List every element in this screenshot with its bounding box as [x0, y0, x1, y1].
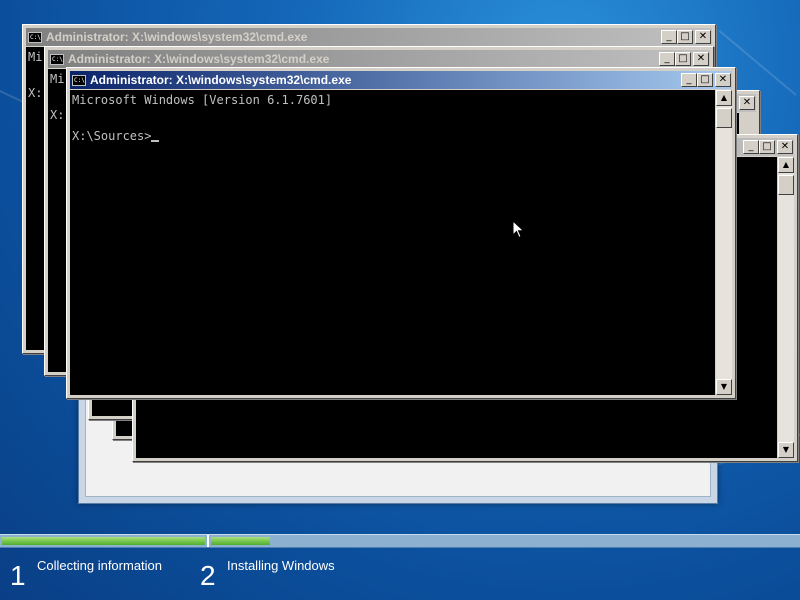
cmd-window-front[interactable]: C:\ Administrator: X:\windows\system32\c… — [66, 67, 736, 399]
cmd-app-icon[interactable]: C:\ — [28, 31, 42, 43]
window-title: Administrator: X:\windows\system32\cmd.e… — [68, 52, 330, 66]
minimize-icon[interactable]: _ — [743, 140, 759, 154]
scroll-up-icon[interactable]: ▲ — [778, 157, 794, 173]
maximize-icon[interactable]: □ — [697, 73, 713, 87]
cmd-titlebar[interactable]: C:\ Administrator: X:\windows\system32\c… — [70, 71, 732, 89]
maximize-icon[interactable]: □ — [675, 52, 691, 66]
minimize-icon[interactable]: _ — [659, 52, 675, 66]
maximize-icon[interactable]: □ — [677, 30, 693, 44]
close-icon[interactable]: ✕ — [695, 30, 711, 44]
vertical-scrollbar[interactable]: ▲ ▼ — [716, 90, 732, 395]
scroll-down-icon[interactable]: ▼ — [778, 442, 794, 458]
step-label: Collecting information — [37, 558, 163, 573]
close-icon[interactable]: ✕ — [715, 73, 731, 87]
text-cursor — [151, 140, 160, 142]
minimize-icon[interactable]: _ — [681, 73, 697, 87]
scroll-thumb[interactable] — [716, 108, 732, 128]
window-title: Administrator: X:\windows\system32\cmd.e… — [46, 30, 308, 44]
console-prompt: X:\Sources> — [72, 129, 152, 143]
console-prompt-row: X:\Sources> — [72, 127, 713, 145]
close-icon[interactable]: ✕ — [739, 96, 755, 110]
close-icon[interactable]: ✕ — [693, 52, 709, 66]
progress-step2-fill — [211, 537, 270, 545]
cmd-app-icon[interactable]: C:\ — [50, 53, 64, 65]
cmd-app-icon[interactable]: C:\ — [72, 74, 86, 86]
vertical-scrollbar[interactable]: ▲ ▼ — [778, 157, 794, 458]
minimize-icon[interactable]: _ — [661, 30, 677, 44]
cmd-titlebar[interactable]: C:\ Administrator: X:\windows\system32\c… — [26, 28, 712, 46]
progress-step1-fill — [2, 537, 205, 545]
scroll-thumb[interactable] — [778, 175, 794, 195]
setup-progress-bar — [0, 534, 800, 548]
cmd-console[interactable]: Microsoft Windows [Version 6.1.7601] ​ X:\… — [70, 90, 715, 395]
console-line: Microsoft Windows [Version 6.1.7601] — [72, 93, 333, 107]
mouse-pointer-icon — [512, 220, 525, 239]
step-label: Installing Windows — [227, 558, 335, 573]
scroll-down-icon[interactable]: ▼ — [716, 379, 732, 395]
close-icon[interactable]: ✕ — [777, 140, 793, 154]
progress-separator — [207, 535, 209, 547]
scroll-up-icon[interactable]: ▲ — [716, 90, 732, 106]
step-number: 1 — [10, 560, 26, 591]
window-title: Administrator: X:\windows\system32\cmd.e… — [90, 73, 352, 87]
console-line: ​ — [72, 109, 713, 127]
cmd-titlebar[interactable]: C:\ Administrator: X:\windows\system32\c… — [48, 50, 710, 68]
maximize-icon[interactable]: □ — [759, 140, 775, 154]
step-number: 2 — [200, 560, 216, 591]
